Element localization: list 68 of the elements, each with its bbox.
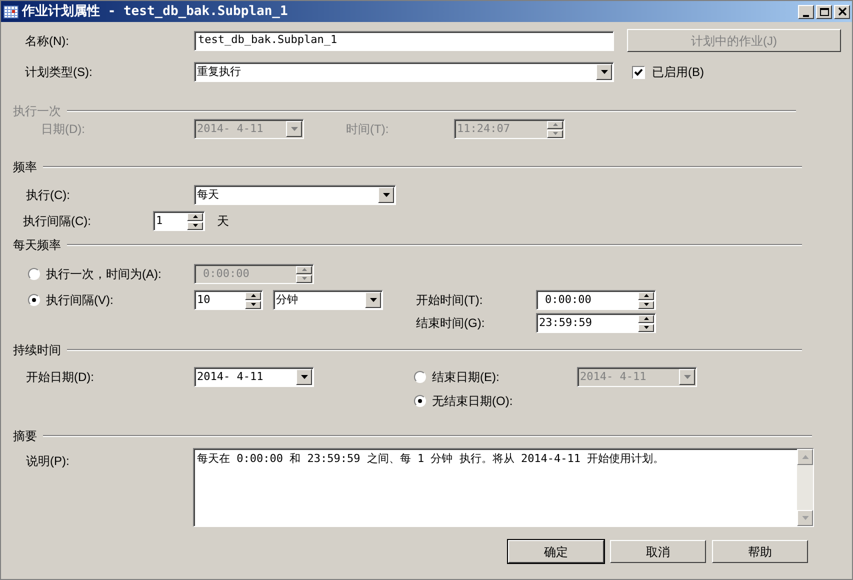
field-label: 计划类型(S):	[24, 64, 94, 81]
field-label: 执行间隔(V):	[46, 292, 114, 309]
date-picker[interactable]: 2014- 4-11	[194, 367, 314, 387]
caret-icon	[378, 187, 394, 203]
field-label: 结束时间(G):	[416, 315, 486, 332]
section-title: 频率	[13, 159, 37, 176]
maximize-button[interactable]	[816, 4, 832, 18]
field-label: 时间(T):	[346, 121, 390, 138]
time-spinner[interactable]: 23:59:59	[536, 313, 656, 333]
field-label: 已启用(B)	[652, 64, 704, 81]
interval-spinner[interactable]: 1	[153, 211, 205, 231]
field-label: 开始日期(D):	[25, 369, 95, 386]
spin-up-icon	[638, 292, 654, 300]
description-box[interactable]: 每天在 0:00:00 和 23:59:59 之间、每 1 分钟 执行。将从 2014-4-11 开始使用计划。	[193, 448, 814, 527]
maximize-icon	[820, 8, 828, 16]
field-label: 执行一次，时间为(A):	[46, 266, 162, 283]
radio-button[interactable]	[28, 294, 40, 306]
checkbox[interactable]	[632, 66, 645, 78]
spin-up-icon	[547, 120, 563, 128]
field-label: 执行间隔(C):	[22, 213, 92, 230]
spin-down-icon	[245, 300, 261, 308]
section-title: 持续时间	[13, 342, 61, 359]
close-icon	[838, 7, 846, 16]
field-label: 名称(N):	[24, 32, 70, 50]
field-label: 无结束日期(O):	[432, 393, 513, 410]
field-label: 日期(D):	[40, 121, 86, 138]
radio-button[interactable]	[28, 268, 40, 280]
unit-dropdown[interactable]: 分钟	[273, 290, 383, 310]
occurs-dropdown[interactable]: 每天	[194, 185, 396, 205]
minimize-button[interactable]	[798, 4, 814, 18]
caret-icon	[596, 64, 612, 80]
caret-icon	[679, 369, 695, 385]
interval-spinner[interactable]: 10	[194, 290, 263, 310]
scrollbar[interactable]	[797, 449, 813, 526]
dialog-button[interactable]: 帮助	[712, 540, 808, 563]
section-title: 摘要	[13, 428, 37, 445]
spin-up-icon	[296, 266, 312, 274]
spin-up-icon	[638, 314, 654, 322]
spin-up-icon	[187, 212, 203, 220]
radio-button[interactable]	[414, 395, 426, 407]
spin-down-icon	[296, 274, 312, 282]
scroll-up-icon	[797, 449, 813, 465]
spin-down-icon	[638, 300, 654, 308]
section-title: 执行一次	[13, 103, 61, 120]
section-title: 每天频率	[13, 237, 61, 254]
window-title: 作业计划属性 - test_db_bak.Subplan_1	[22, 2, 288, 21]
spin-down-icon	[187, 222, 203, 230]
scroll-down-icon	[797, 510, 813, 526]
close-button[interactable]	[834, 4, 850, 18]
dialog-button[interactable]: 确定	[508, 540, 604, 563]
field-label: 天	[217, 213, 229, 230]
minimize-icon	[802, 15, 808, 17]
radio-button[interactable]	[414, 371, 426, 383]
grid-icon	[3, 4, 19, 20]
field-label: 执行(C):	[25, 187, 71, 204]
name-field[interactable]: test_db_bak.Subplan_1	[194, 30, 614, 50]
spin-up-icon	[245, 292, 261, 300]
caret-icon	[296, 369, 312, 385]
spin-down-icon	[638, 324, 654, 332]
spin-down-icon	[547, 130, 563, 138]
schedule-type-dropdown[interactable]: 重复执行	[194, 62, 614, 82]
time-spinner[interactable]: 0:00:00	[536, 290, 656, 310]
caret-icon	[286, 121, 302, 137]
dialog-button[interactable]: 取消	[610, 540, 706, 563]
field-label: 结束日期(E):	[432, 369, 500, 386]
field-label: 开始时间(T):	[416, 292, 484, 309]
caret-icon	[365, 292, 381, 308]
field-label: 说明(P):	[25, 453, 70, 470]
